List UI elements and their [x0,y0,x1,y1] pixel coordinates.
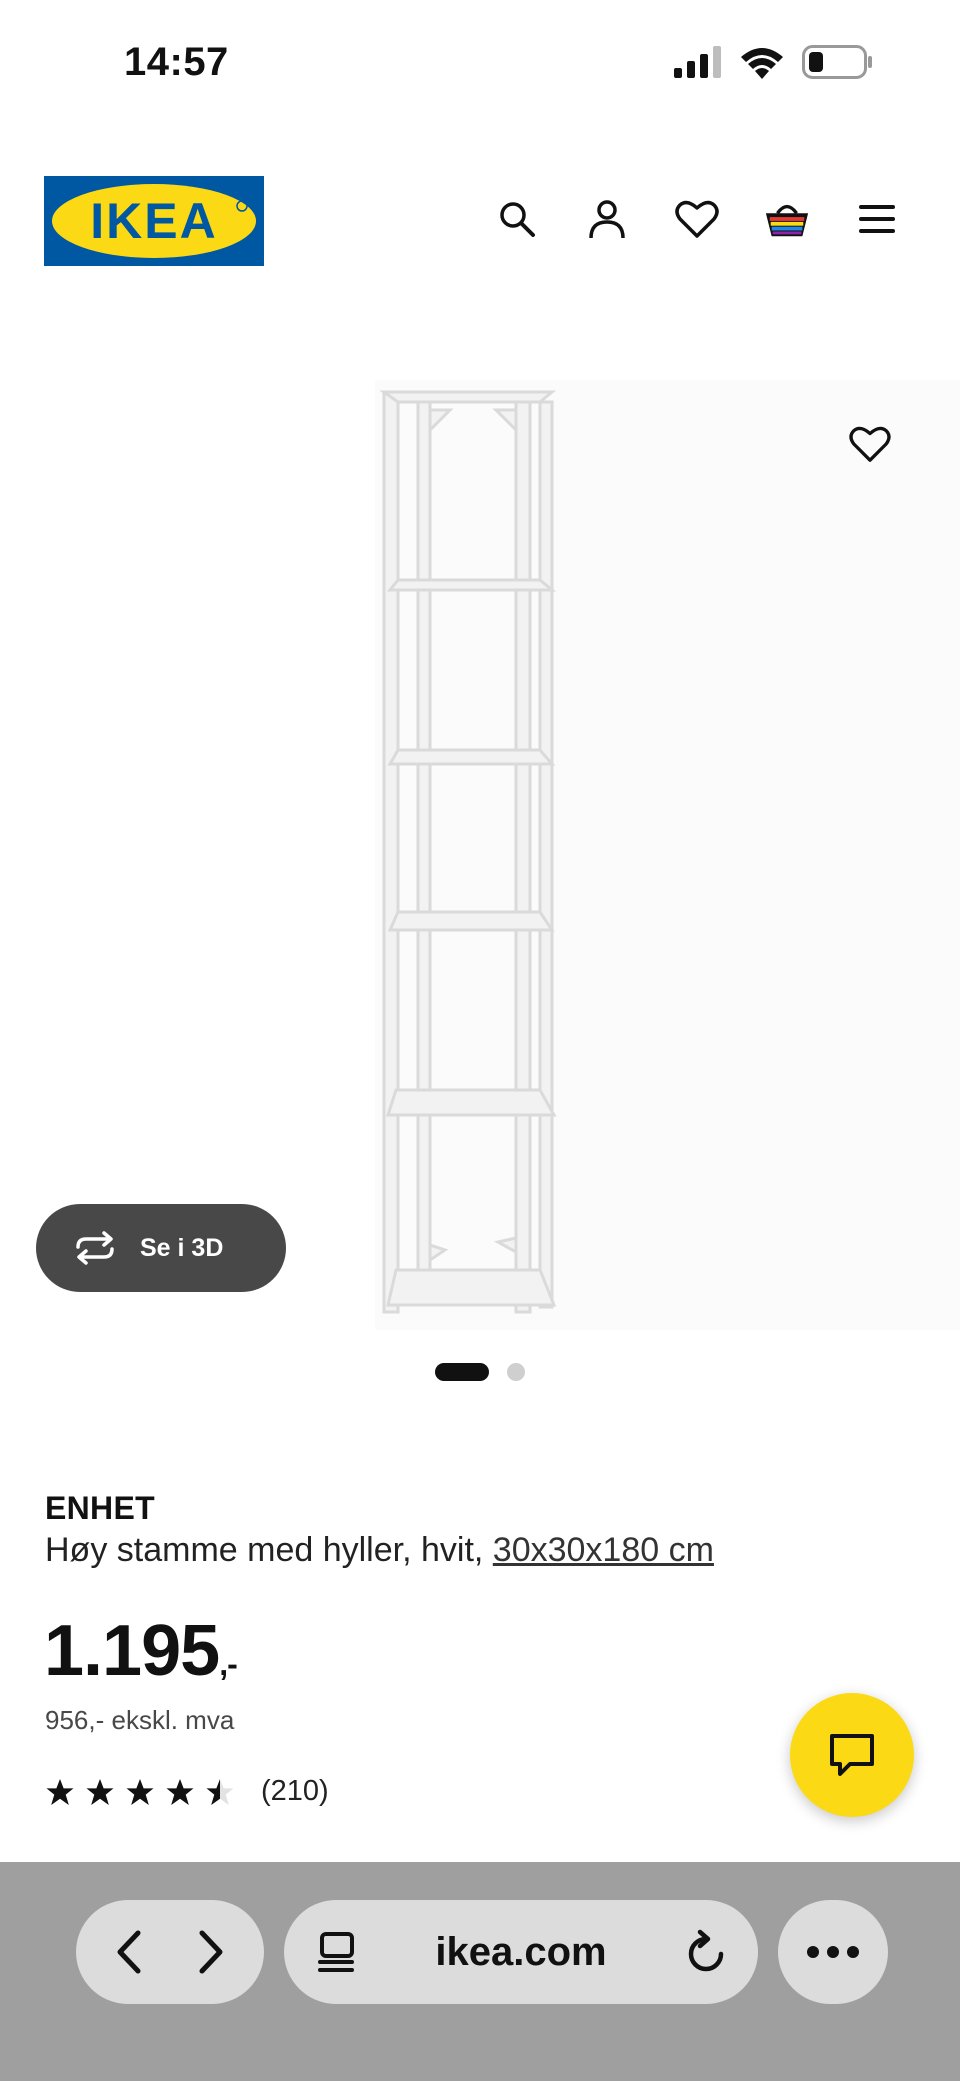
heart-icon[interactable] [674,196,720,242]
header-actions [494,196,900,242]
product-description: Høy stamme med hyller, hvit, 30x30x180 c… [45,1531,915,1570]
view-in-3d-label: Se i 3D [140,1233,224,1262]
page-menu-icon[interactable] [314,1930,358,1974]
gallery-pagination [0,1363,960,1383]
site-header: IKEA [0,150,960,290]
account-icon[interactable] [584,196,630,242]
search-icon[interactable] [494,196,540,242]
star-full-icon [46,1778,74,1805]
svg-text:IKEA: IKEA [90,193,217,249]
price-suffix: ,- [219,1646,238,1682]
rotate-3d-icon [76,1231,114,1265]
product-size-link[interactable]: 30x30x180 cm [493,1531,714,1569]
product-image [379,390,557,1314]
status-time: 14:57 [124,40,229,84]
pagination-dot[interactable] [507,1363,525,1381]
star-half-icon [206,1778,234,1805]
status-icons [674,42,874,82]
view-in-3d-button[interactable]: Se i 3D [36,1204,286,1292]
star-full-icon [166,1778,194,1805]
browser-toolbar: ikea.com [0,1862,960,2081]
pagination-dot-active[interactable] [435,1363,489,1381]
browser-nav-buttons [76,1900,264,2004]
add-to-favourites-button[interactable] [836,410,904,478]
menu-icon[interactable] [854,196,900,242]
review-count: (210) [261,1775,329,1807]
status-bar: 14:57 [0,0,960,120]
heart-icon [849,426,891,462]
product-name: ENHET [45,1490,155,1526]
product-description-text: Høy stamme med hyller, hvit, [45,1531,484,1569]
back-icon[interactable] [108,1927,152,1977]
product-info: ENHET Høy stamme med hyller, hvit, 30x30… [45,1490,915,1570]
basket-icon[interactable] [764,196,810,242]
more-options-button[interactable] [778,1900,888,2004]
price-excl-vat: 956,- ekskl. mva [45,1705,235,1735]
ikea-logo[interactable]: IKEA [44,176,264,266]
product-gallery[interactable]: Se i 3D [0,360,960,1340]
wifi-icon [741,48,783,79]
rating-stars [45,1778,235,1806]
address-bar[interactable]: ikea.com [284,1900,758,2004]
price-value: 1.195 [44,1611,220,1691]
forward-icon[interactable] [188,1927,232,1977]
reload-icon[interactable] [684,1929,728,1975]
chat-icon [830,1734,874,1776]
star-full-icon [86,1778,114,1805]
url-text: ikea.com [435,1929,607,1974]
cellular-signal-icon [674,46,721,78]
product-price: 1.195,- [44,1610,238,1692]
more-icon [807,1946,859,1958]
battery-icon [802,45,872,79]
product-rating[interactable]: (210) [45,1775,329,1808]
star-full-icon [126,1778,154,1805]
chat-button[interactable] [790,1693,914,1817]
